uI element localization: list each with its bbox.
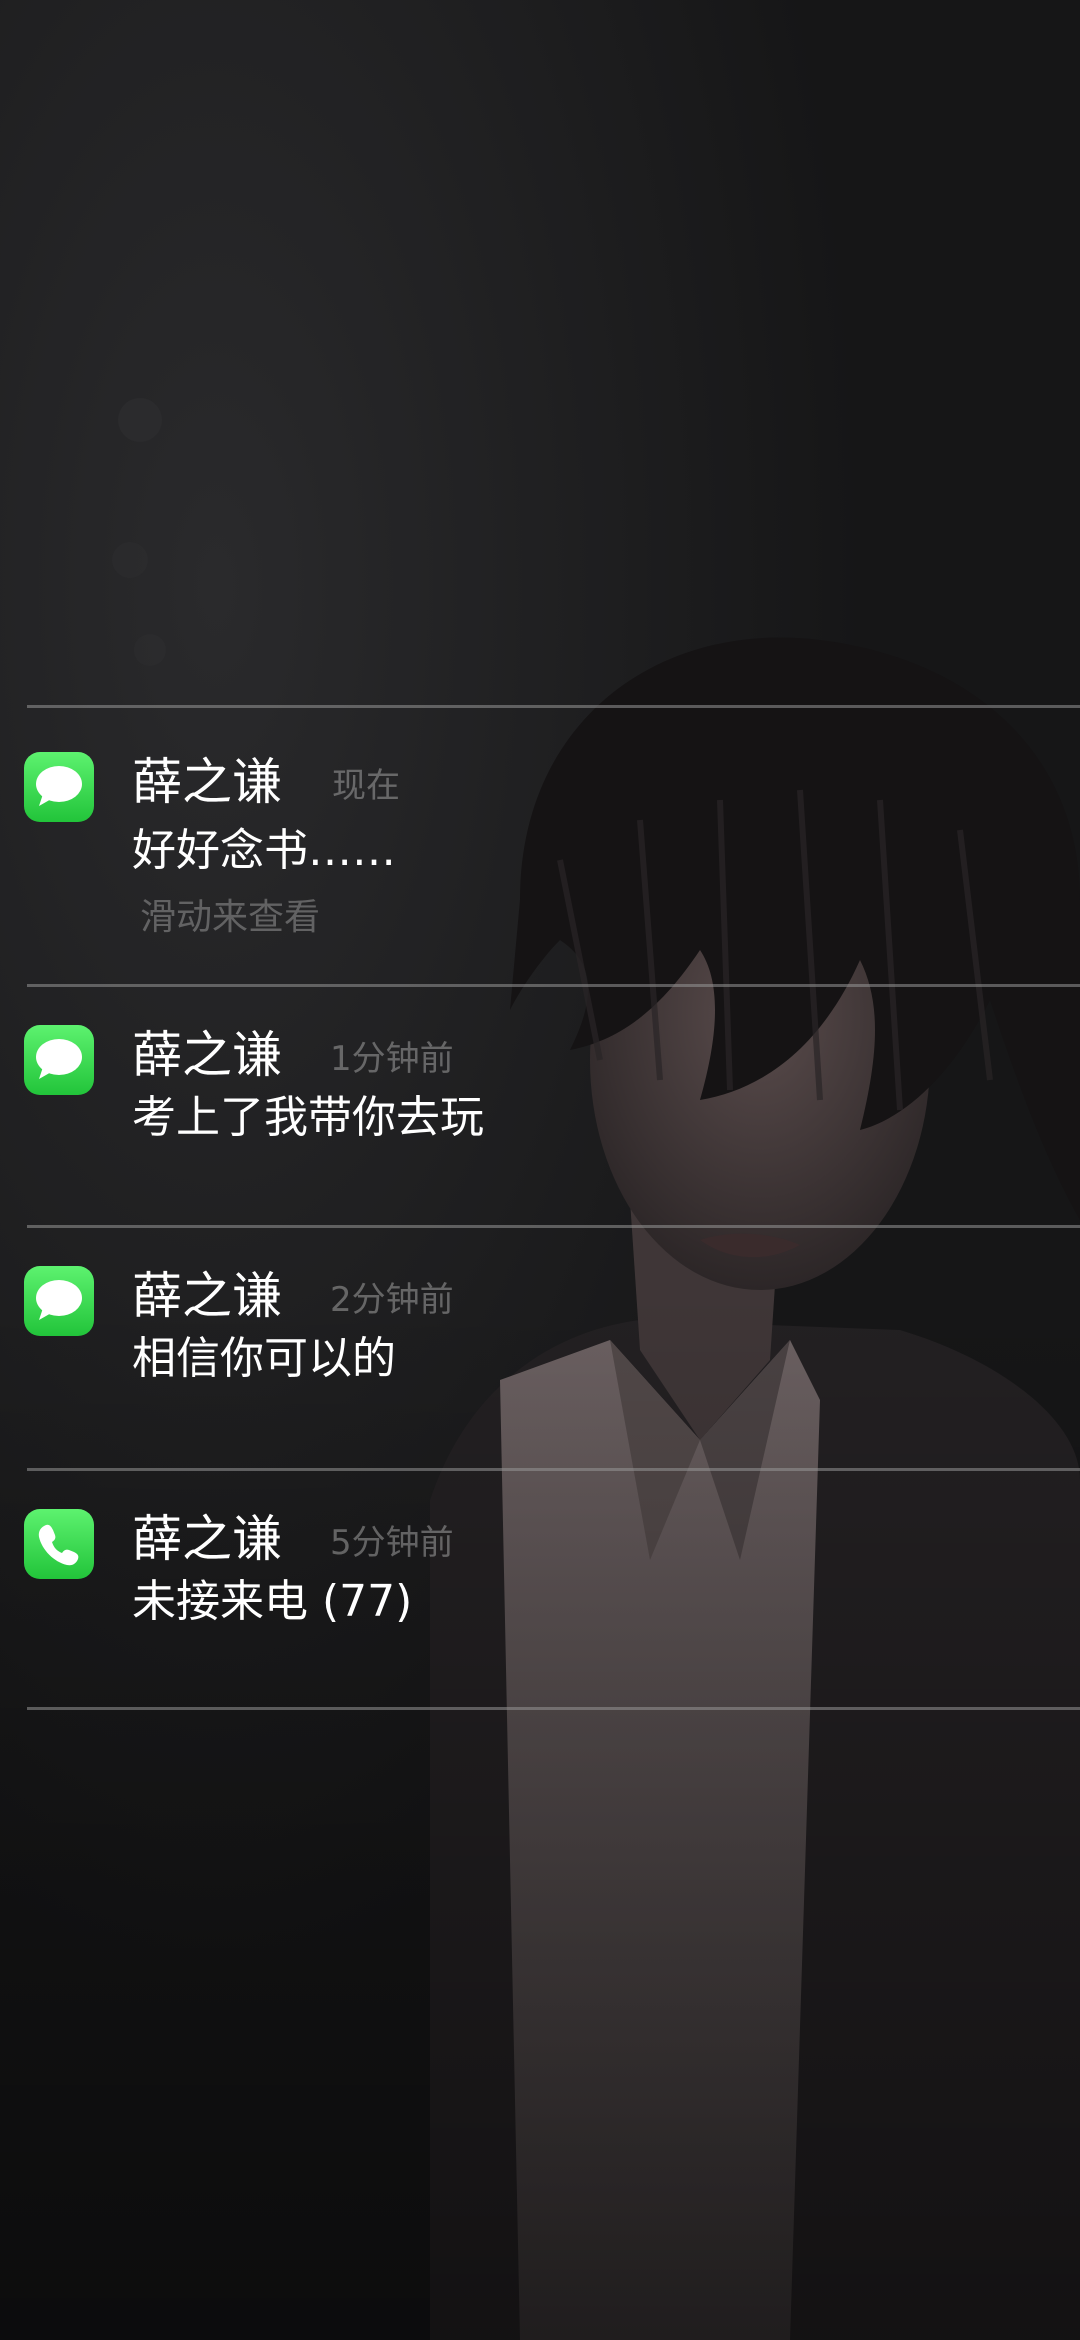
notification-body: 相信你可以的 — [132, 1333, 396, 1384]
messages-icon — [24, 1025, 94, 1095]
notification-sender: 薛之谦 — [132, 1026, 282, 1084]
notification-time: 现在 — [332, 766, 400, 806]
messages-icon — [24, 752, 94, 822]
notification-time: 1分钟前 — [330, 1039, 454, 1079]
notification-sender: 薛之谦 — [132, 1267, 282, 1325]
notification-body: 未接来电 (77) — [132, 1576, 413, 1627]
notification-body: 考上了我带你去玩 — [132, 1092, 484, 1143]
notification-item[interactable]: 薛之谦 现在 好好念书…… 滑动来查看 — [0, 708, 1080, 984]
notification-sender: 薛之谦 — [132, 753, 282, 811]
notification-item[interactable]: 薛之谦 5分钟前 未接来电 (77) — [0, 1471, 1080, 1709]
notification-time: 2分钟前 — [330, 1280, 454, 1320]
messages-icon — [24, 1266, 94, 1336]
notification-time: 5分钟前 — [330, 1523, 454, 1563]
notification-body: 好好念书…… — [132, 825, 396, 876]
notification-item[interactable]: 薛之谦 1分钟前 考上了我带你去玩 — [0, 987, 1080, 1225]
notification-list: 薛之谦 现在 好好念书…… 滑动来查看 薛之谦 1分钟前 考上了我带你去玩 薛之… — [0, 0, 1080, 2340]
divider — [27, 1707, 1080, 1710]
notification-item[interactable]: 薛之谦 2分钟前 相信你可以的 — [0, 1228, 1080, 1468]
notification-sender: 薛之谦 — [132, 1510, 282, 1568]
phone-icon — [24, 1509, 94, 1579]
swipe-to-view-hint: 滑动来查看 — [140, 897, 321, 938]
